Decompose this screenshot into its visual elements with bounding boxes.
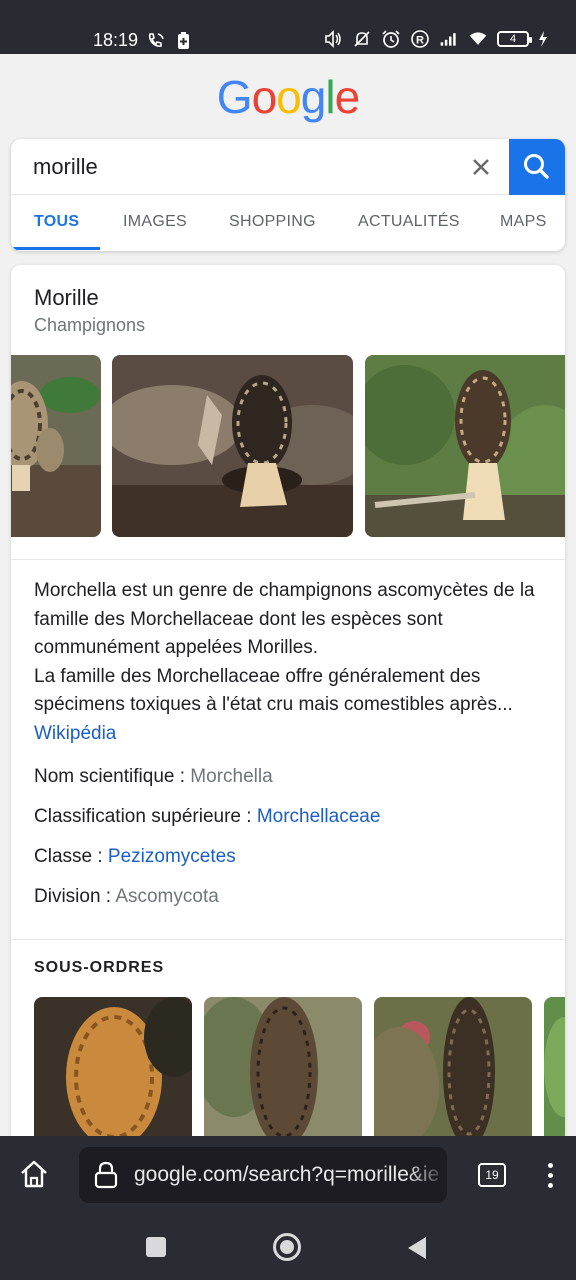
suborders-carousel (11, 997, 565, 1145)
url-text: google.com/search?q=morille&ie (134, 1163, 440, 1186)
fact-value-link[interactable]: Morchellaceae (257, 806, 381, 827)
tab-tous[interactable]: TOUS (34, 195, 79, 251)
search-icon (524, 154, 549, 179)
address-bar[interactable]: google.com/search?q=morille&ie (79, 1147, 447, 1203)
entity-description: Morchella est un genre de champignons as… (34, 577, 544, 748)
charging-icon (539, 31, 547, 47)
signal-icon (440, 33, 456, 46)
search-input[interactable] (33, 139, 453, 195)
search-bar (11, 139, 565, 195)
tab-shopping[interactable]: SHOPPING (229, 195, 316, 251)
fact-label: Division : (34, 886, 116, 907)
r-icon: R (411, 30, 429, 48)
home-nav-button[interactable] (273, 1233, 301, 1261)
fact-label: Classification supérieure : (34, 806, 257, 827)
divider (11, 559, 565, 560)
search-card: TOUS IMAGES SHOPPING ACTUALITÉS MAPS (11, 139, 565, 251)
logo-letter: l (325, 71, 335, 123)
suborder-image-3[interactable] (374, 997, 532, 1145)
do-not-disturb-icon (354, 31, 370, 47)
lock-icon (94, 1161, 118, 1189)
svg-text:R: R (416, 35, 424, 47)
clear-button[interactable] (467, 153, 495, 181)
alarm-icon (382, 30, 400, 48)
more-vert-icon (540, 1163, 560, 1188)
tab-actualites[interactable]: ACTUALITÉS (358, 195, 460, 251)
facts-list: Nom scientifique : Morchella Classificat… (34, 763, 380, 923)
browser-toolbar: google.com/search?q=morille&ie 19 (0, 1136, 576, 1214)
tab-maps[interactable]: MAPS (500, 195, 547, 251)
fact-label: Nom scientifique : (34, 766, 191, 787)
phone-call-icon (148, 33, 164, 47)
wikipedia-link[interactable]: Wikipédia (34, 720, 544, 749)
status-time: 18:19 (93, 30, 139, 50)
system-nav-bar (0, 1214, 576, 1280)
fact-classification: Classification supérieure : Morchellacea… (34, 803, 380, 843)
logo-letter: o (251, 71, 278, 123)
wifi-icon (469, 32, 487, 45)
tab-images[interactable]: IMAGES (123, 195, 187, 251)
description-paragraph-1: Morchella est un genre de champignons as… (34, 580, 535, 658)
fact-value: Morchella (190, 766, 273, 787)
search-button[interactable] (509, 139, 565, 195)
url-fade (407, 1147, 447, 1203)
volume-icon (325, 30, 341, 48)
logo-letter: g (300, 71, 327, 123)
google-logo: Google (0, 70, 576, 124)
logo-letter: G (216, 71, 253, 123)
tab-count: 19 (485, 1168, 499, 1182)
close-icon (473, 159, 489, 175)
fact-class: Classe : Pezizomycetes (34, 843, 380, 883)
fact-value: Ascomycota (115, 886, 219, 907)
status-bar: 18:19 R 4 (0, 0, 576, 54)
fact-label: Classe : (34, 846, 108, 867)
fact-scientific-name: Nom scientifique : Morchella (34, 763, 380, 803)
fact-division: Division : Ascomycota (34, 883, 380, 923)
suborder-image-1[interactable] (34, 997, 192, 1145)
back-button[interactable] (408, 1237, 426, 1259)
suborder-image-4[interactable] (544, 997, 565, 1145)
home-icon (21, 1160, 47, 1188)
logo-letter: o (276, 71, 302, 123)
knowledge-panel: Morille Champignons Morchella est un gen… (11, 265, 565, 1145)
tab-switcher-button[interactable]: 19 (478, 1163, 506, 1187)
divider (11, 939, 565, 940)
battery-saver-icon (178, 32, 189, 49)
overflow-menu-button[interactable] (540, 1160, 560, 1192)
fact-value-link[interactable]: Pezizomycetes (108, 846, 236, 867)
suborders-heading: SOUS-ORDRES (34, 959, 165, 976)
home-button[interactable] (18, 1158, 50, 1190)
battery-level: 4 (509, 33, 517, 45)
description-paragraph-2: La famille des Morchellaceae offre génér… (34, 665, 513, 716)
morel-image-1[interactable] (11, 355, 101, 537)
morel-image-2[interactable] (112, 355, 353, 537)
entity-subtitle: Champignons (34, 315, 146, 335)
search-tabs: TOUS IMAGES SHOPPING ACTUALITÉS MAPS (11, 195, 565, 251)
logo-letter: e (334, 71, 361, 123)
entity-title: Morille (34, 285, 99, 310)
battery-icon: 4 (497, 31, 532, 47)
image-carousel (11, 355, 565, 537)
suborder-image-2[interactable] (204, 997, 362, 1145)
morel-image-3[interactable] (365, 355, 565, 537)
recents-button[interactable] (146, 1237, 166, 1257)
active-tab-indicator (11, 247, 100, 250)
